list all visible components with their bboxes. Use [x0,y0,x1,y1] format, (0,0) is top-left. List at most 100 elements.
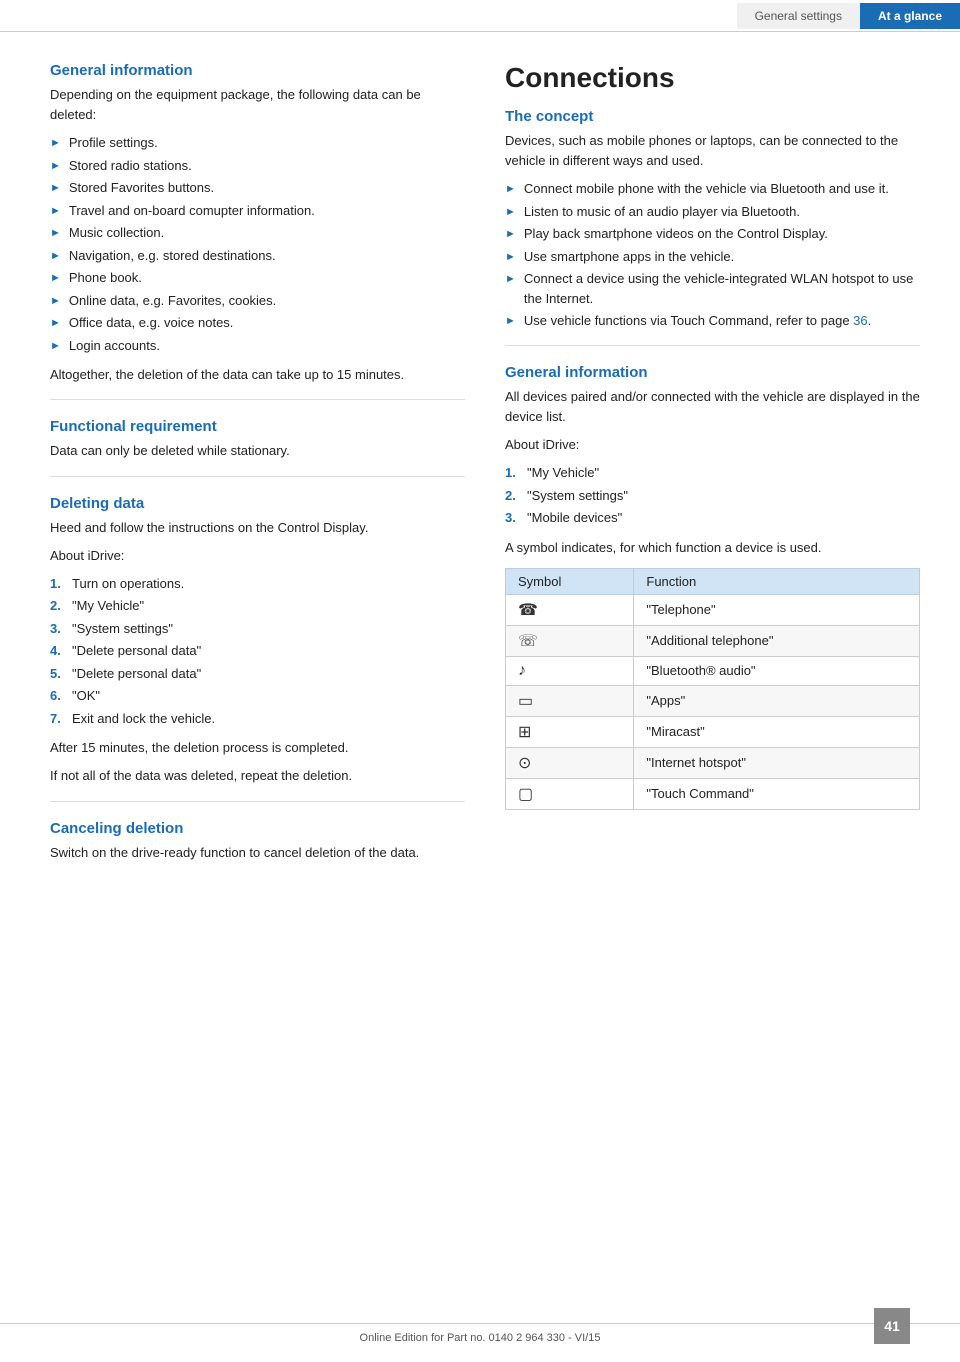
list-item: ►Use smartphone apps in the vehicle. [505,247,920,267]
list-item: ►Stored radio stations. [50,156,465,176]
list-item: ►Navigation, e.g. stored destinations. [50,246,465,266]
list-item: 6."OK" [50,686,465,706]
left-section1-footer: Altogether, the deletion of the data can… [50,365,465,385]
symbol-table: Symbol Function ☎ "Telephone" ☏ "Additio… [505,568,920,810]
right-section2-text1: All devices paired and/or connected with… [505,387,920,427]
list-item: 2."My Vehicle" [50,596,465,616]
left-section1-title: General information [50,62,465,79]
list-item: ►Profile settings. [50,133,465,153]
right-big-title: Connections [505,62,920,94]
symbol-col-header: Symbol [506,568,634,594]
list-item: ►Connect a device using the vehicle-inte… [505,269,920,308]
bullet-arrow-icon: ► [50,315,61,332]
list-item: ►Login accounts. [50,336,465,356]
bullet-arrow-icon: ► [50,293,61,310]
symbol-icon: ♪ [518,662,526,679]
left-section3-text4: If not all of the data was deleted, repe… [50,766,465,786]
symbol-icon: ⊞ [518,724,531,741]
bullet-arrow-icon: ► [50,158,61,175]
left-section2-text: Data can only be deleted while stationar… [50,441,465,461]
function-col-header: Function [634,568,920,594]
symbol-cell: ⊙ [506,747,634,778]
function-cell: "Telephone" [634,594,920,625]
list-item: ►Listen to music of an audio player via … [505,202,920,222]
list-item: 1."My Vehicle" [505,463,920,483]
list-item: 7.Exit and lock the vehicle. [50,709,465,729]
section1-bullet-list: ►Profile settings. ►Stored radio stations… [50,133,465,355]
divider1 [50,399,465,400]
bullet-arrow-icon: ► [505,181,516,198]
bullet-arrow-icon: ► [50,270,61,287]
function-cell: "Miracast" [634,716,920,747]
list-item: ►Office data, e.g. voice notes. [50,313,465,333]
num-label: 3. [505,508,527,528]
symbol-icon: ▭ [518,693,533,710]
num-label: 1. [50,574,72,594]
bullet-arrow-icon: ► [50,248,61,265]
section3-numbered-list: 1.Turn on operations.2."My Vehicle"3."Sy… [50,574,465,729]
list-item: 3."Mobile devices" [505,508,920,528]
left-section3-text3: After 15 minutes, the deletion process i… [50,738,465,758]
num-label: 3. [50,619,72,639]
footer-text: Online Edition for Part no. 0140 2 964 3… [360,1332,601,1344]
bullet-arrow-icon: ► [505,271,516,288]
page-link[interactable]: 36 [853,313,867,328]
num-label: 6. [50,686,72,706]
function-cell: "Bluetooth® audio" [634,656,920,685]
list-item: 4."Delete personal data" [50,641,465,661]
function-cell: "Additional telephone" [634,625,920,656]
left-section4-title: Canceling deletion [50,820,465,837]
right-section2-text3: A symbol indicates, for which function a… [505,538,920,558]
list-item: ►Online data, e.g. Favorites, cookies. [50,291,465,311]
bullet-arrow-icon: ► [50,338,61,355]
bullet-arrow-icon: ► [50,135,61,152]
right-section1-intro: Devices, such as mobile phones or laptop… [505,131,920,171]
symbol-cell: ♪ [506,656,634,685]
table-row: ⊙ "Internet hotspot" [506,747,920,778]
left-section3-title: Deleting data [50,495,465,512]
num-label: 7. [50,709,72,729]
list-item: 3."System settings" [50,619,465,639]
table-row: ▢ "Touch Command" [506,778,920,809]
left-column: General information Depending on the equ… [50,62,465,871]
num-label: 1. [505,463,527,483]
left-section3-text2: About iDrive: [50,546,465,566]
symbol-icon: ☎ [518,602,538,619]
bullet-arrow-icon: ► [50,203,61,220]
page-number: 41 [874,1308,910,1344]
bullet-arrow-icon: ► [505,249,516,266]
right-divider1 [505,345,920,346]
function-cell: "Internet hotspot" [634,747,920,778]
list-item: ►Use vehicle functions via Touch Command… [505,311,920,331]
bullet-arrow-icon: ► [50,180,61,197]
symbol-cell: ☎ [506,594,634,625]
table-row: ⊞ "Miracast" [506,716,920,747]
bullet-arrow-icon: ► [505,313,516,330]
list-item: ►Play back smartphone videos on the Cont… [505,224,920,244]
left-section2-title: Functional requirement [50,418,465,435]
right-section1-title: The concept [505,108,920,125]
list-item: ►Phone book. [50,268,465,288]
symbol-cell: ⊞ [506,716,634,747]
left-section1-intro: Depending on the equipment package, the … [50,85,465,125]
bullet-arrow-icon: ► [50,225,61,242]
tab-general-settings[interactable]: General settings [737,3,860,29]
num-label: 2. [50,596,72,616]
table-row: ☏ "Additional telephone" [506,625,920,656]
bullet-arrow-icon: ► [505,226,516,243]
symbol-cell: ▢ [506,778,634,809]
right-section1-bullet-list: ►Connect mobile phone with the vehicle v… [505,179,920,331]
num-label: 2. [505,486,527,506]
symbol-cell: ☏ [506,625,634,656]
right-column: Connections The concept Devices, such as… [505,62,920,871]
main-content: General information Depending on the equ… [0,32,960,931]
page-header: General settings At a glance [0,0,960,32]
tab-at-a-glance[interactable]: At a glance [860,3,960,29]
divider2 [50,476,465,477]
left-section3-text1: Heed and follow the instructions on the … [50,518,465,538]
symbol-icon: ⊙ [518,755,531,772]
bullet-arrow-icon: ► [505,204,516,221]
function-cell: "Touch Command" [634,778,920,809]
list-item: ►Travel and on-board comupter informatio… [50,201,465,221]
right-section2-title: General information [505,364,920,381]
